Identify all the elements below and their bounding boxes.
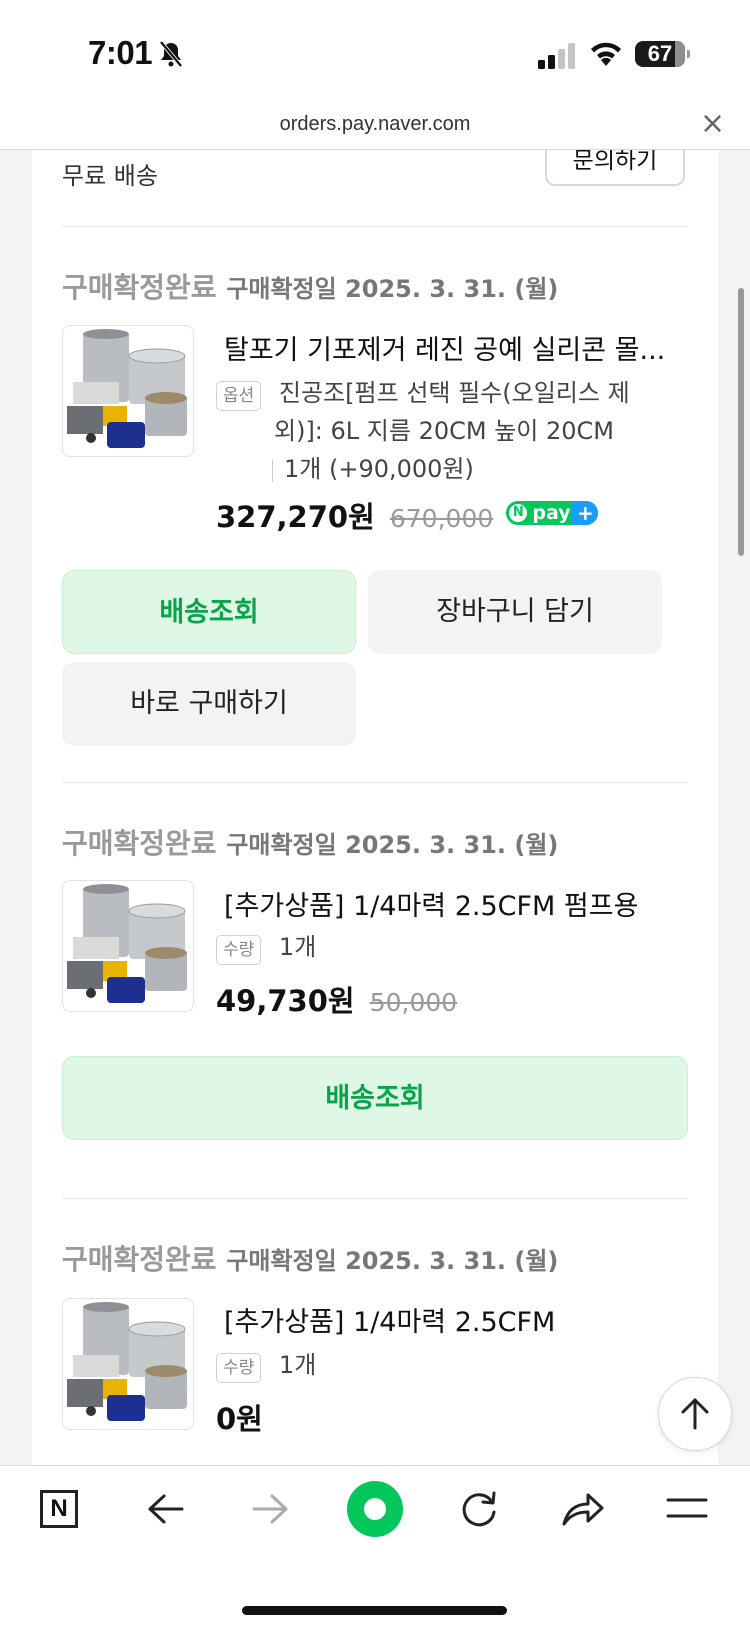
- option-text-line1: 진공조[펌프 선택 필수(오일리스 제: [278, 379, 630, 407]
- signal-icon: [538, 43, 575, 69]
- sale-price: 49,730원: [216, 984, 355, 1018]
- divider: [62, 782, 688, 783]
- menu-icon[interactable]: [666, 1494, 708, 1522]
- inquiry-button[interactable]: 문의하기: [545, 150, 685, 186]
- naver-n-icon: N: [50, 1495, 68, 1522]
- browser-url-bar[interactable]: orders.pay.naver.com ×: [0, 105, 750, 150]
- scrollbar[interactable]: [738, 288, 744, 556]
- naver-n-icon: N: [509, 504, 528, 522]
- status-time: 7:01: [88, 34, 153, 71]
- price-row: 49,730원 50,000: [216, 978, 457, 1020]
- divider: [62, 1198, 688, 1199]
- confirm-date: 구매확정일 2025. 3. 31. (월): [226, 1247, 559, 1275]
- bell-slash-icon: [159, 40, 183, 68]
- delivery-tracking-button[interactable]: 배송조회: [62, 1056, 688, 1140]
- close-icon[interactable]: ×: [700, 109, 725, 139]
- price-row: 327,270원 670,000 N pay +: [216, 494, 599, 536]
- product-thumbnail[interactable]: [62, 1298, 194, 1430]
- free-shipping-text: 무료 배송: [62, 162, 158, 190]
- share-icon[interactable]: [560, 1490, 606, 1528]
- browser-bottom-bar: N: [0, 1465, 750, 1627]
- quantity-row: 수량 1개: [216, 928, 316, 966]
- divider: [62, 226, 688, 227]
- confirm-date: 구매확정일 2025. 3. 31. (월): [226, 275, 559, 303]
- forward-arrow-icon[interactable]: [250, 1492, 290, 1526]
- option-block: 옵션 진공조[펌프 선택 필수(오일리스 제 외)]: 6L 지름 20CM 높…: [216, 374, 636, 488]
- delivery-tracking-button[interactable]: 배송조회: [62, 570, 356, 654]
- sale-price: 0원: [216, 1402, 263, 1436]
- quantity-row: 수량 1개: [216, 1346, 316, 1384]
- naver-home-button[interactable]: N: [40, 1490, 78, 1528]
- scroll-top-button[interactable]: [658, 1377, 732, 1451]
- option-qty-line: 1개 (+90,000원): [216, 450, 636, 488]
- order-status: 구매확정완료 구매확정일 2025. 3. 31. (월): [62, 271, 559, 304]
- add-to-cart-button[interactable]: 장바구니 담기: [368, 570, 662, 654]
- status-bar: 7:01 67: [0, 0, 750, 105]
- npay-badge: N pay +: [506, 501, 599, 525]
- order-status: 구매확정완료 구매확정일 2025. 3. 31. (월): [62, 1243, 559, 1276]
- sale-price: 327,270원: [216, 500, 375, 534]
- option-text-line2: 외)]: 6L 지름 20CM 높이 20CM: [274, 417, 615, 445]
- product-thumbnail[interactable]: [62, 880, 194, 1012]
- product-name[interactable]: 탈포기 기포제거 레진 공예 실리콘 몰...: [224, 328, 665, 367]
- product-name[interactable]: [추가상품] 1/4마력 2.5CFM 펌프용: [224, 884, 638, 923]
- buy-now-button[interactable]: 바로 구매하기: [62, 662, 356, 746]
- arrow-up-icon: [681, 1398, 709, 1430]
- quantity-badge: 수량: [216, 935, 262, 965]
- option-badge: 옵션: [216, 381, 262, 411]
- plus-icon: +: [572, 501, 599, 525]
- original-price: 670,000: [389, 504, 494, 533]
- product-name[interactable]: [추가상품] 1/4마력 2.5CFM: [224, 1300, 555, 1339]
- quantity-value: 1개: [278, 933, 317, 961]
- home-indicator[interactable]: [242, 1606, 507, 1615]
- battery-indicator: 67: [635, 41, 690, 67]
- order-status: 구매확정완료 구매확정일 2025. 3. 31. (월): [62, 827, 559, 860]
- quantity-badge: 수량: [216, 1353, 262, 1383]
- product-thumbnail[interactable]: [62, 325, 194, 457]
- order-list-card: 무료 배송 문의하기 구매확정완료 구매확정일 2025. 3. 31. (월)…: [32, 150, 718, 1465]
- url-text[interactable]: orders.pay.naver.com: [0, 113, 750, 136]
- green-dot-icon[interactable]: [347, 1481, 403, 1537]
- refresh-icon[interactable]: [458, 1488, 500, 1530]
- confirm-date: 구매확정일 2025. 3. 31. (월): [226, 831, 559, 859]
- wifi-icon: [591, 42, 621, 66]
- quantity-value: 1개: [278, 1351, 317, 1379]
- original-price: 50,000: [369, 988, 458, 1017]
- back-arrow-icon[interactable]: [146, 1492, 186, 1526]
